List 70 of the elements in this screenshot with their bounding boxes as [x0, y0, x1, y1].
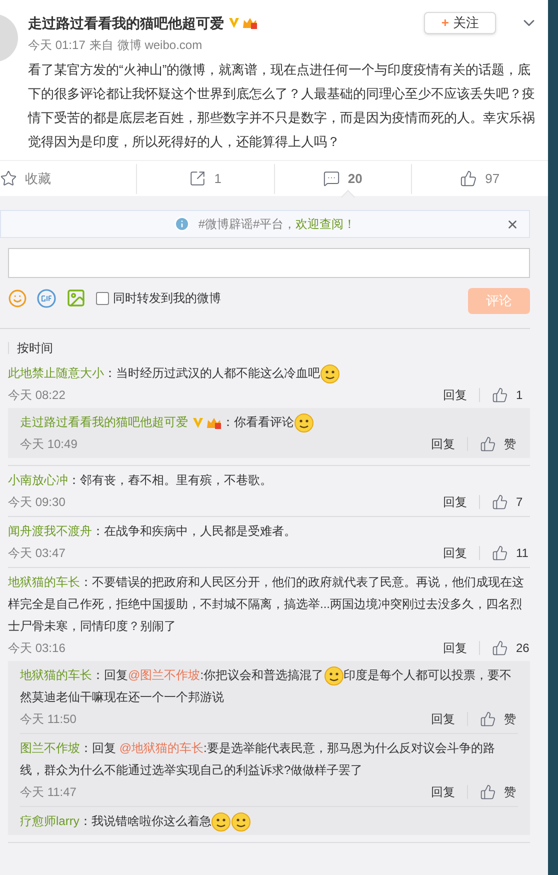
thumbs-up-icon	[460, 170, 478, 187]
post-author[interactable]: 走过路过看看我的猫吧他超可爱	[28, 12, 224, 34]
like-button[interactable]: 赞	[480, 435, 518, 453]
notice-text: #微博辟谣#平台，	[198, 216, 296, 233]
reply-link[interactable]: 回复	[443, 493, 467, 511]
post-text: 看了某官方发的“火神山”的微博，就离谱，现在点进任何一个与印度疫情有关的话题，底下的很多评论都让我怀疑这个世界到底怎么了？人最基础的同理心至少不应该丢失吧？疫情下受苦的都是底层老百姓，那些数字并不只是数字，而是因为疫情而死的人。幸灾乐祸觉得因为是印度，所以死得好的人，还能算得上人吗？	[28, 61, 536, 151]
comment-time: 今天 10:49	[20, 436, 78, 453]
crown-badge-icon	[242, 16, 258, 30]
emoji-icon	[211, 812, 232, 832]
close-icon[interactable]	[506, 218, 519, 230]
comment-icon	[322, 170, 340, 187]
sort-by-time[interactable]: 按时间	[17, 339, 53, 357]
smiley-icon[interactable]	[8, 288, 27, 308]
action-tab[interactable]: 97	[412, 161, 548, 196]
action-tab[interactable]: 1	[137, 161, 274, 196]
emoji-icon	[320, 364, 340, 384]
thumbs-up-icon	[492, 545, 508, 561]
repost-label: 同时转发到我的微博	[113, 290, 221, 307]
emoji-icon	[324, 666, 344, 686]
comment-text: 此地禁止随意大小：当时经历过武汉的人都不能这么冷血吧	[8, 362, 530, 384]
reply-link[interactable]: 回复	[443, 544, 467, 562]
action-tab[interactable]: 20	[274, 161, 411, 196]
like-button[interactable]: 7	[492, 493, 530, 511]
comment-time: 今天 11:47	[20, 784, 76, 801]
gif-icon[interactable]	[37, 288, 56, 308]
comment-text: 图兰不作坡：回复 @地狱猫的车长:要是选举能代表民意，那马恩为什么反对议会斗争的路线，群众为什么不能通过选举实现自己的利益诉求?做做样子罢了	[20, 740, 496, 779]
comment-text: 小南放心冲：邻有丧，舂不相。里有殡，不巷歌。	[8, 472, 273, 489]
plus-icon: +	[441, 13, 449, 33]
like-button[interactable]: 赞	[480, 710, 518, 728]
source-label: 来自	[89, 37, 114, 54]
emoji-icon	[231, 812, 252, 832]
thumbs-up-icon	[480, 784, 496, 800]
star-icon	[0, 170, 17, 187]
crown-badge-icon	[206, 416, 222, 430]
verified-icon	[192, 416, 204, 429]
reply-link[interactable]: 回复	[431, 710, 455, 728]
comment-text: 地狱猫的车长：回复@图兰不作坡:你把议会和普选搞混了 印度是每个人都可以投票，要不然莫迪老仙干嘛现在还一个一个邦游说	[20, 664, 518, 708]
image-icon[interactable]	[66, 288, 86, 308]
repost-checkbox[interactable]	[96, 292, 109, 304]
comment-text: 疗愈师larry：我说错啥啦你这么着急	[20, 810, 518, 832]
thumbs-up-icon	[492, 387, 508, 403]
like-button[interactable]: 赞	[480, 783, 518, 801]
reply-link[interactable]: 回复	[443, 639, 467, 657]
verified-icon	[228, 17, 240, 29]
comment-time: 今天 09:30	[8, 494, 66, 511]
thumbs-up-icon	[492, 494, 508, 510]
reply-link[interactable]: 回复	[431, 435, 455, 453]
like-button[interactable]: 1	[492, 386, 530, 404]
share-icon	[189, 170, 206, 187]
comment-text: 走过路过看看我的猫吧他超可爱 ：你看看评论	[20, 411, 518, 433]
thumbs-up-icon	[480, 711, 496, 727]
emoji-icon	[294, 412, 314, 433]
source-link[interactable]: 微博 weibo.com	[117, 36, 202, 54]
reply-link[interactable]: 回复	[431, 783, 455, 801]
comment-text: 闻舟渡我不渡舟：在战争和疾病中，人民都是受难者。	[8, 523, 297, 540]
like-button[interactable]: 11	[492, 544, 530, 562]
info-icon	[174, 216, 190, 232]
action-tab[interactable]: 收藏	[0, 161, 136, 196]
thumbs-up-icon	[480, 436, 496, 452]
reply-link[interactable]: 回复	[443, 386, 467, 404]
comment-text: 地狱猫的车长：不要错误的把政府和人民区分开，他们的政府就代表了民意。再说，他们成现在这样完全是自己作死，拒绝中国援助，不封城不隔离，搞选举...两国边境冲突刚过去没多久，四名烈士尸骨未寒，同情印度？别闹了	[8, 574, 525, 635]
post-time: 今天 01:17	[28, 37, 86, 54]
comment-input[interactable]	[8, 248, 530, 278]
comment-time: 今天 03:16	[8, 640, 66, 657]
follow-button[interactable]: + 关注	[424, 12, 496, 34]
comment-time: 今天 08:22	[8, 387, 66, 404]
comment-time: 今天 11:50	[20, 711, 76, 728]
thumbs-up-icon	[492, 640, 508, 656]
like-button[interactable]: 26	[492, 639, 530, 657]
comment-time: 今天 03:47	[8, 545, 66, 562]
